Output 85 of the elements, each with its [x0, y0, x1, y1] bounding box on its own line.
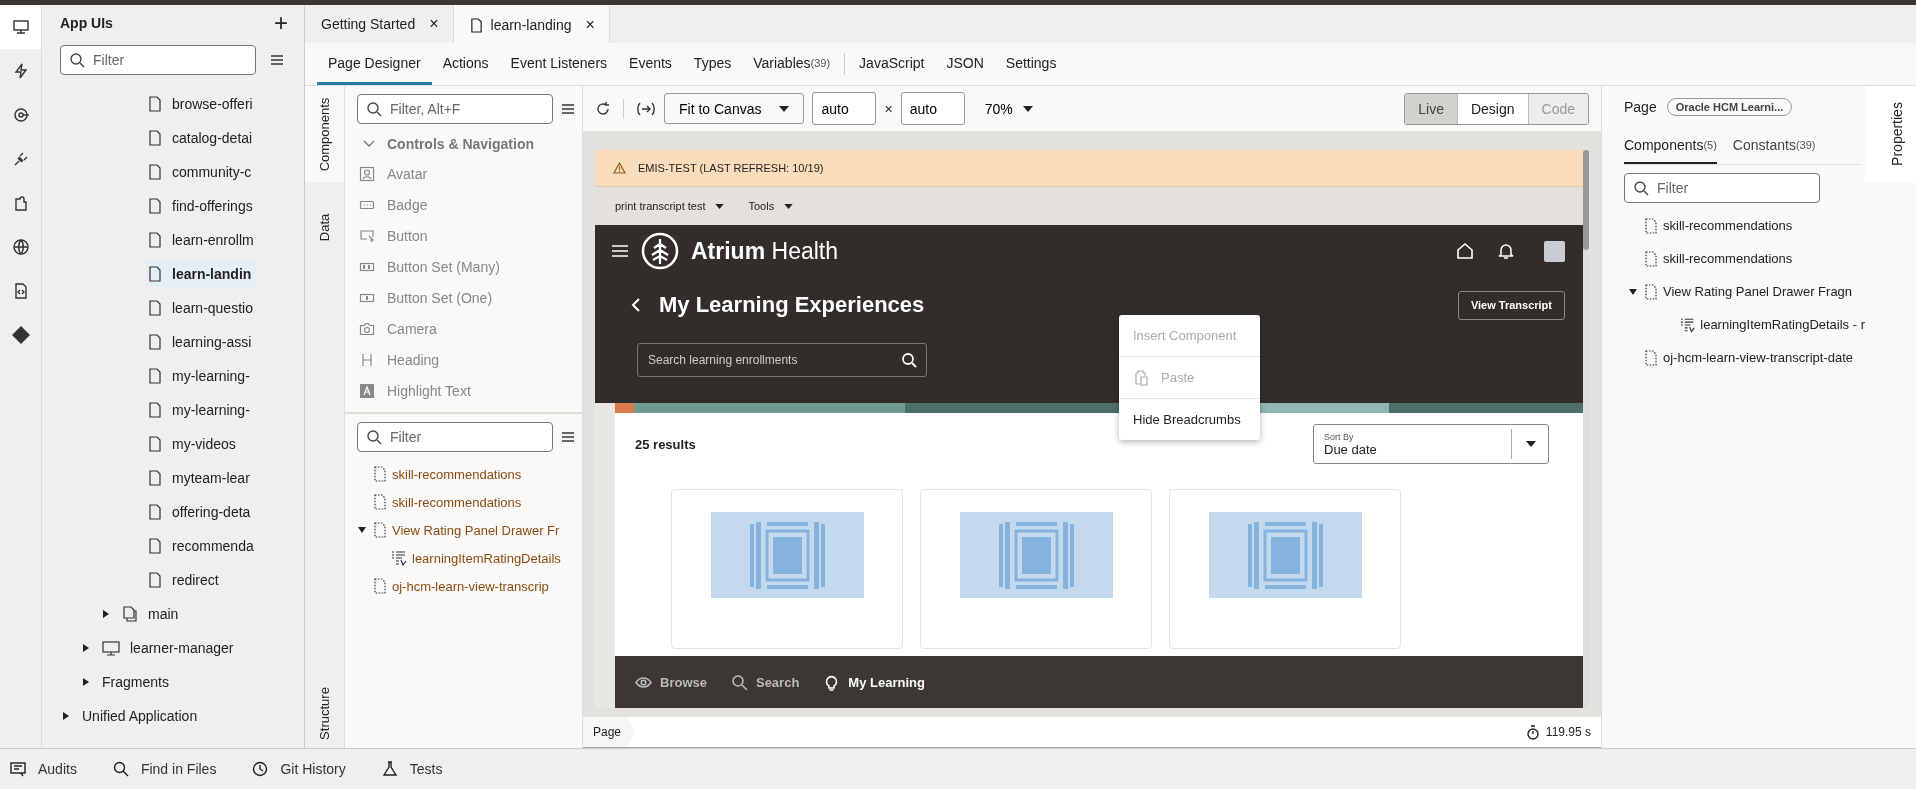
component-item[interactable]: Button Set (One)	[387, 289, 493, 306]
designer-tab[interactable]: JSON	[935, 43, 995, 85]
bottom-nav-tab[interactable]: Browse	[635, 673, 707, 691]
page-label: Page	[1624, 99, 1657, 115]
page-title: My Learning Experiences	[659, 292, 925, 318]
tree-item[interactable]: learn-questio	[146, 295, 259, 321]
side-tab[interactable]: Data	[305, 182, 344, 272]
tree-item[interactable]: learner-manager	[100, 635, 240, 661]
tree-item[interactable]: Fragments	[100, 669, 175, 695]
section-header[interactable]: Controls & Navigation	[387, 136, 534, 152]
component-item[interactable]: Button	[387, 227, 428, 244]
sort-dropdown[interactable]: Sort By Due date	[1313, 424, 1549, 464]
breadcrumb[interactable]: Page	[583, 717, 636, 747]
width-field[interactable]: auto	[812, 92, 877, 125]
view-mode-button[interactable]: Live	[1405, 93, 1458, 124]
panel-tab[interactable]: Git History	[252, 761, 346, 777]
designer-tab[interactable]: Events	[618, 43, 683, 85]
add-button[interactable]: +	[270, 9, 292, 37]
filter-field[interactable]: Filter	[357, 422, 553, 452]
component-tree-item[interactable]: learningItemRatingDetails - r	[1700, 317, 1865, 332]
component-item[interactable]: Highlight Text	[387, 382, 471, 399]
editor-tab[interactable]: learn-landing ×	[453, 5, 610, 43]
times-sign: ×	[884, 100, 893, 117]
panel-tab[interactable]: Audits	[10, 761, 77, 777]
filter-field[interactable]: Filter	[60, 45, 256, 75]
load-time: 119.95 s	[1545, 725, 1591, 739]
filter-field[interactable]: Filter, Alt+F	[357, 94, 553, 124]
component-item[interactable]: Button Set (Many)	[387, 258, 500, 275]
close-icon[interactable]: ×	[429, 15, 439, 33]
designer-tab[interactable]: Event Listeners	[499, 43, 619, 85]
zoom-dropdown[interactable]: 70%	[978, 99, 1039, 118]
component-tree-item[interactable]: skill-recommendations	[1663, 251, 1793, 266]
view-transcript-button[interactable]: View Transcript	[1457, 290, 1565, 320]
designer-tab[interactable]: Types	[682, 43, 743, 85]
side-tab[interactable]: Structure	[305, 678, 344, 748]
tree-item[interactable]: Unified Application	[80, 703, 204, 729]
tree-item[interactable]: main	[120, 601, 185, 627]
component-item[interactable]: Badge	[387, 196, 428, 213]
tree-item[interactable]: learn-enrollm	[146, 227, 260, 253]
tree-item[interactable]: find-offerings	[146, 193, 259, 219]
structure-item[interactable]: learningItemRatingDetails	[412, 550, 561, 566]
bottom-nav-tab[interactable]: My Learning	[823, 673, 925, 691]
menu-dropdown[interactable]: Tools	[748, 200, 794, 212]
view-mode-button[interactable]: Design	[1457, 93, 1529, 124]
close-icon[interactable]: ×	[585, 16, 595, 34]
properties-tab[interactable]: Constants(39)	[1732, 128, 1816, 164]
brand-name: Atrium Health	[691, 237, 838, 265]
menu-dropdown[interactable]: print transcript test	[615, 200, 725, 212]
tree-item[interactable]: recommenda	[146, 533, 260, 559]
structure-item[interactable]: View Rating Panel Drawer Fr	[392, 522, 560, 538]
structure-item[interactable]: oj-hcm-learn-view-transcrip	[392, 578, 549, 594]
tree-item[interactable]: myteam-lear	[146, 465, 256, 491]
tree-item[interactable]: my-videos	[146, 431, 242, 457]
bottom-nav-tab[interactable]: Search	[730, 673, 800, 691]
tree-item[interactable]: my-learning-	[146, 397, 256, 423]
search-field[interactable]: Search learning enrollments	[637, 343, 927, 377]
designer-tab[interactable]: Settings	[994, 43, 1068, 85]
tree-item[interactable]: browse-offeri	[146, 91, 259, 117]
panel-tab[interactable]: Find in Files	[112, 761, 217, 777]
menu-item[interactable]: Hide Breadcrumbs	[1119, 399, 1260, 440]
properties-tab[interactable]: Components(5)	[1624, 128, 1717, 164]
structure-item[interactable]: skill-recommendations	[392, 494, 522, 510]
panel-tab[interactable]: Tests	[381, 761, 443, 777]
side-tab[interactable]: Components	[305, 86, 344, 182]
tree-item[interactable]: learning-assi	[146, 329, 258, 355]
tree-item[interactable]: community-c	[146, 159, 258, 185]
filter-field[interactable]: Filter	[1624, 173, 1820, 203]
component-tree-item[interactable]: skill-recommendations	[1663, 218, 1793, 233]
results-count: 25 results	[635, 436, 696, 452]
component-tree-item[interactable]: oj-hcm-learn-view-transcript-date	[1663, 350, 1853, 365]
designer-tab[interactable]: Actions	[431, 43, 500, 85]
component-tree-item[interactable]: View Rating Panel Drawer Fragn	[1663, 284, 1853, 299]
height-field[interactable]: auto	[900, 92, 965, 125]
designer-tab[interactable]: JavaScript	[848, 43, 936, 85]
properties-tab[interactable]: Properties	[1865, 86, 1916, 182]
banner-text: EMIS-TEST (LAST REFRESH: 10/19)	[638, 162, 824, 174]
tree-item[interactable]: catalog-detai	[146, 125, 259, 151]
tree-item[interactable]: offering-deta	[146, 499, 257, 525]
tree-item[interactable]: my-learning-	[146, 363, 256, 389]
tree-item[interactable]: redirect	[146, 567, 225, 593]
designer-tab[interactable]: Variables(39)	[742, 43, 842, 85]
fit-dropdown[interactable]: Fit to Canvas	[664, 93, 805, 124]
panel-title: App UIs	[60, 15, 114, 31]
structure-item[interactable]: skill-recommendations	[392, 466, 522, 482]
tree-item[interactable]: learn-landin	[146, 261, 258, 287]
